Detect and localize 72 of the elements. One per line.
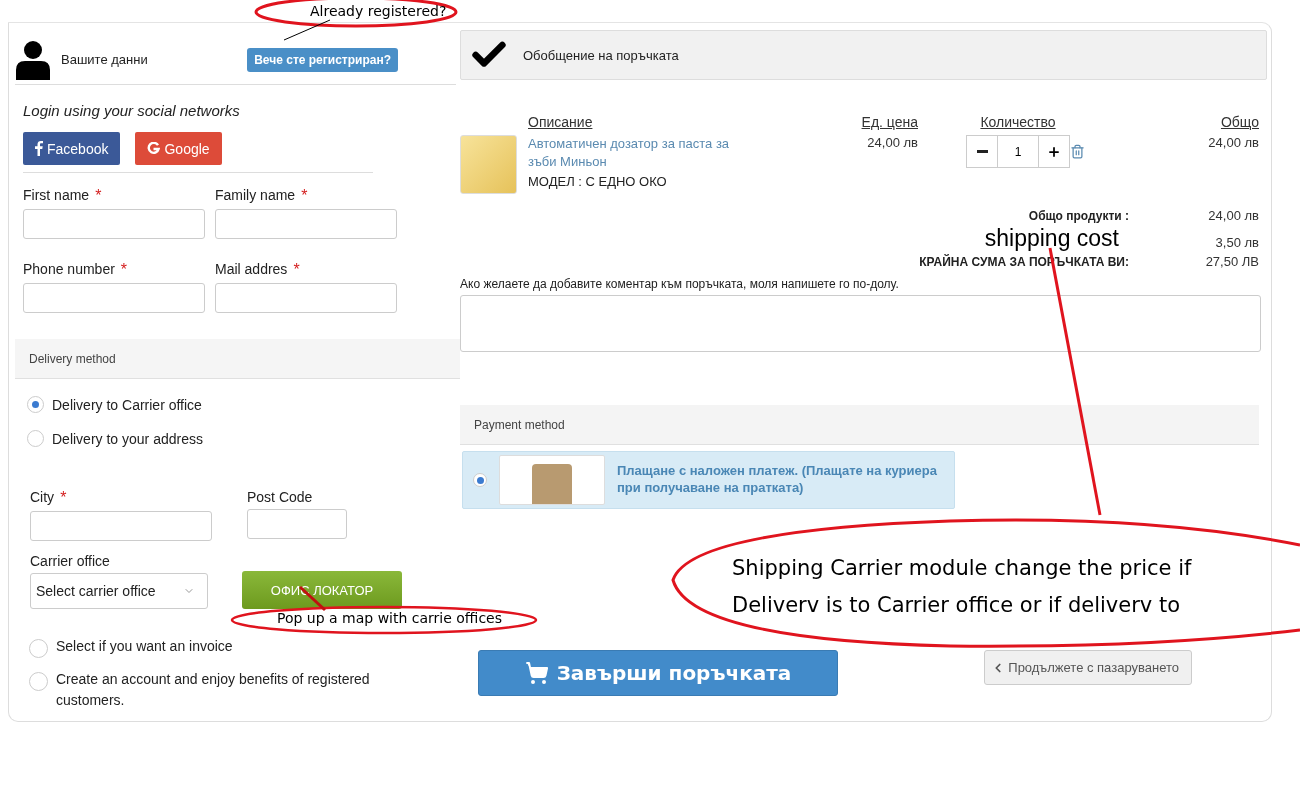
facebook-icon [35,141,43,156]
option-label: Select if you want an invoice [56,637,234,656]
payment-option-text: Плащане с наложен платеж. (Плащате на куриера при получаване на пратката) [617,463,937,497]
checkbox-option[interactable]: Select if you want an invoice [29,639,456,658]
facebook-button[interactable]: Facebook [23,132,121,165]
quantity-field[interactable]: 1 [998,135,1038,168]
product-link[interactable]: Автоматичен дозатор за паста за зъби Миньон [528,135,758,171]
field-label: Phone number [23,261,115,279]
google-button[interactable]: Google [135,132,222,165]
product-model: МОДЕЛ : С ЕДНО ОКО [528,174,668,190]
input-field[interactable] [215,283,397,313]
comment-field[interactable] [460,295,1261,352]
field-label: Carrier office [30,553,111,569]
continue-shopping-button[interactable]: Продължете с пазаруването [984,650,1192,685]
annotation-text: Shipping Carrier module change the price if Deliverv is to Carrier office or if deliverv to [732,555,1193,619]
field-label: Family name [215,187,296,205]
increase-button[interactable] [1038,135,1070,168]
user-icon [15,39,51,80]
required-asterisk: * [120,261,128,279]
comment-label: Ако желаете да добавите коментар към поръчката, моля напишете го по-долу. [460,277,900,291]
section-title: Обобщение на поръчката [523,47,679,63]
decrease-button[interactable] [966,135,998,168]
google-icon [147,142,161,155]
total-value: 24,00 лв [1207,208,1259,223]
annotation-text: shipping cost [983,227,1119,250]
checkbox[interactable] [29,672,48,691]
radio-button[interactable] [27,430,44,447]
input-field[interactable] [247,509,347,539]
radio-button[interactable] [473,473,487,487]
total-value: 3,50 лв [1214,235,1259,250]
minus-icon [976,150,988,153]
delivery-option[interactable]: Delivery to Carrier office [27,396,456,413]
social-login-title: Login using your social networks [23,102,241,119]
total-value: 27,50 ЛВ [1204,254,1259,269]
radio-button[interactable] [27,396,44,413]
option-label: Delivery to your address [52,430,203,447]
input-field[interactable] [215,209,397,239]
option-label: Create an account and enjoy benefits of registered customers. [56,670,371,710]
input-field[interactable] [23,209,205,239]
line-total: 24,00 лв [1207,135,1259,150]
carrier-office-select[interactable]: Select carrier office [30,573,208,609]
column-header[interactable]: Ед. цена [818,114,918,130]
annotation-text: Pop up a map with carrie offices [277,610,502,626]
plus-icon [1047,144,1061,159]
column-header[interactable]: Описание [528,114,818,130]
column-header[interactable]: Общо [1118,114,1259,130]
required-asterisk: * [60,489,67,507]
product-thumbnail [460,135,517,194]
field-label: City [30,489,55,507]
checkbox-option[interactable]: Create an account and enjoy benefits of registered customers. [29,672,456,711]
payment-method-header: Payment method [460,405,1259,445]
field-label: First name [23,187,90,205]
input-field[interactable] [30,511,212,541]
required-asterisk: * [293,261,300,279]
unit-price: 24,00 лв [866,135,918,150]
column-header[interactable]: Количество [918,114,1118,130]
section-title: Вашите данни [61,52,149,67]
checkbox[interactable] [29,639,48,658]
required-asterisk: * [301,187,308,205]
annotation-text: Already registered? [310,3,447,19]
field-label: Mail addres [215,261,288,279]
field-label: Post Code [247,489,313,505]
leader-line [283,19,331,41]
required-asterisk: * [95,187,102,205]
total-label: Общо продукти : [1027,209,1129,223]
cart-icon [524,661,549,685]
input-field[interactable] [23,283,205,313]
delivery-option[interactable]: Delivery to your address [27,430,456,447]
checkout-button[interactable]: Завърши поръчката [478,650,838,696]
trash-icon[interactable] [1070,144,1085,159]
option-label: Delivery to Carrier office [52,396,202,413]
delivery-method-header: Delivery method [15,339,460,379]
